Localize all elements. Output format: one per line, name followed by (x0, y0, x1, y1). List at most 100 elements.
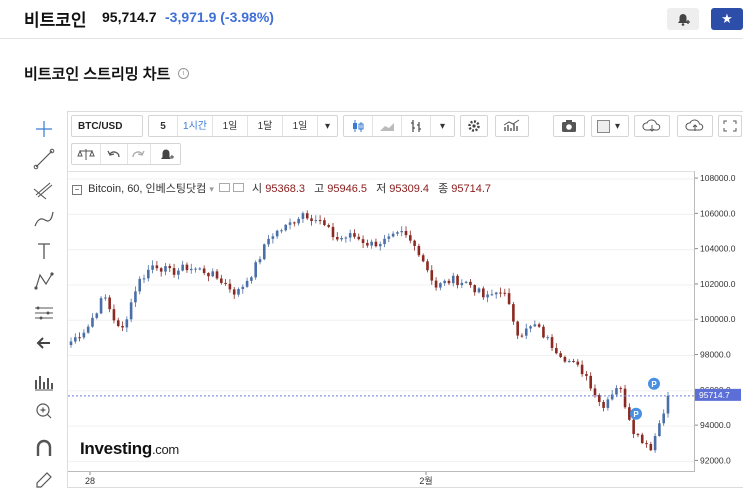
candle (215, 268, 219, 280)
candle (73, 333, 77, 344)
candle (159, 267, 163, 277)
chart-type-group: ▾ (343, 115, 455, 137)
candle (490, 289, 494, 296)
candle (426, 259, 429, 273)
fullscreen-button[interactable] (718, 115, 742, 137)
text-icon[interactable] (24, 237, 64, 265)
add-alert-button[interactable] (667, 8, 699, 30)
indicators-chart-icon (503, 119, 520, 131)
cloud-upload-icon (685, 119, 704, 131)
interval-dropdown-icon[interactable]: ▾ (318, 116, 337, 136)
candle (314, 215, 318, 224)
candle (181, 260, 184, 272)
candle (636, 433, 640, 438)
candle (228, 279, 232, 293)
candle (593, 384, 597, 398)
redo-icon[interactable] (128, 144, 151, 164)
candle (151, 260, 154, 274)
interval-1mo[interactable]: 1달 (248, 116, 283, 136)
undo-icon[interactable] (101, 144, 128, 164)
candle (494, 291, 498, 299)
candlestick-icon[interactable] (344, 116, 373, 136)
x-tick-label: 2월 (419, 475, 432, 486)
candle (91, 313, 94, 328)
screenshot-button[interactable] (553, 115, 585, 137)
watchlist-star-button[interactable]: ★ (711, 8, 743, 30)
candle (220, 274, 223, 285)
quote-header: 비트코인 95,714.7 -3,971.9 (-3.98%) ★ (0, 0, 743, 39)
candle (512, 302, 515, 325)
candle (241, 284, 245, 294)
interval-1h[interactable]: 1시간 (178, 116, 213, 136)
bar-ohlc-icon[interactable] (402, 116, 431, 136)
candle (335, 232, 339, 242)
candle (447, 278, 451, 285)
chart-type-dropdown-icon[interactable]: ▾ (431, 116, 454, 136)
candle (297, 216, 300, 226)
candle (177, 267, 180, 280)
interval-5[interactable]: 5 (149, 116, 178, 136)
candle (280, 228, 283, 234)
fibonacci-icon[interactable] (24, 175, 64, 203)
pattern-icon[interactable] (24, 267, 64, 295)
candle (194, 267, 197, 273)
time-axis[interactable]: 28 2월 (68, 471, 694, 488)
zoom-icon[interactable] (24, 397, 64, 425)
crosshair-icon[interactable] (24, 115, 64, 143)
candle (537, 322, 541, 328)
candle (542, 324, 545, 339)
candle (602, 400, 605, 412)
candle (301, 211, 305, 223)
area-chart-icon[interactable] (373, 116, 402, 136)
settings-button[interactable] (460, 115, 488, 137)
candle (387, 233, 391, 243)
y-tick-label: 106000.0 (700, 208, 736, 218)
candle (357, 233, 361, 241)
candle (658, 420, 661, 437)
load-layout-button[interactable] (634, 115, 670, 137)
y-tick-label: 92000.0 (700, 455, 731, 465)
back-arrow-icon[interactable] (24, 329, 64, 357)
indicator-icon[interactable] (24, 367, 64, 395)
y-tick-label: 108000.0 (700, 173, 736, 183)
candle (262, 243, 266, 261)
candle (254, 260, 257, 280)
price-plot[interactable]: PP (68, 171, 695, 472)
candle (439, 282, 442, 291)
candle (271, 233, 275, 244)
candle (662, 409, 666, 426)
candle (125, 316, 129, 333)
alert-bell-icon[interactable] (151, 144, 181, 164)
candle (361, 235, 365, 248)
save-layout-button[interactable] (677, 115, 713, 137)
candle (310, 214, 313, 226)
trendline-icon[interactable] (24, 145, 64, 173)
candle (383, 234, 386, 248)
compare-scale-icon[interactable] (72, 144, 101, 164)
magnet-icon[interactable] (24, 435, 64, 463)
info-icon[interactable]: i (178, 68, 189, 79)
interval-1d[interactable]: 1일 (213, 116, 248, 136)
lock-icon[interactable] (24, 463, 64, 491)
interval-custom[interactable]: 1일 (283, 116, 318, 136)
y-tick-label: 94000.0 (700, 420, 731, 430)
candle (275, 229, 279, 239)
section-title: 비트코인 스트리밍 차트 (24, 66, 171, 83)
color-picker[interactable]: ▾ (591, 115, 629, 137)
candle (129, 298, 133, 323)
investing-logo: Investing.com (80, 439, 179, 458)
candle (456, 274, 459, 289)
candle (499, 287, 502, 298)
brush-icon[interactable] (24, 206, 64, 234)
fullscreen-icon (723, 120, 737, 132)
candle (529, 324, 532, 333)
candle (69, 337, 73, 348)
price-axis[interactable]: 108000.0 106000.0 104000.0 102000.0 100000.0… (695, 171, 743, 471)
candle (147, 265, 150, 282)
measure-icon[interactable] (24, 299, 64, 327)
candle (86, 324, 90, 334)
price-tag-label: 95714.7 (699, 390, 730, 400)
indicators-button[interactable] (495, 115, 529, 137)
candle (559, 350, 562, 359)
symbol-box[interactable]: BTC/USD (71, 115, 143, 137)
